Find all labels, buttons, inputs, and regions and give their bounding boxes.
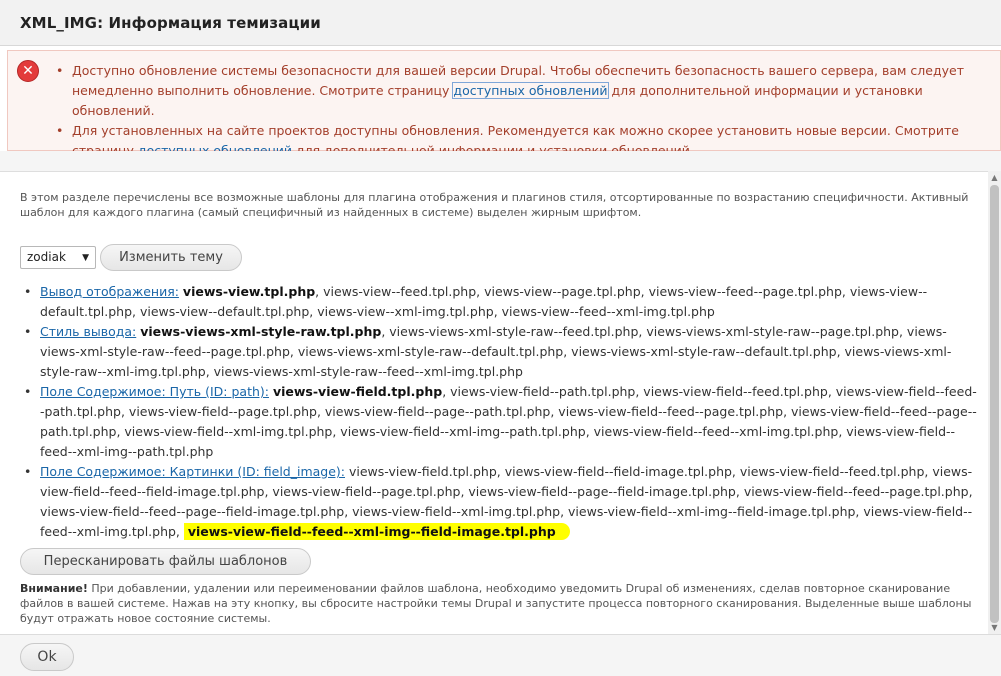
template-label-field-image[interactable]: Поле Содержимое: Картинки (ID: field_ima… xyxy=(40,464,345,479)
warning-label: Внимание! xyxy=(20,582,88,595)
ok-button[interactable]: Ok xyxy=(20,643,74,671)
caret-down-icon: ▼ xyxy=(82,253,89,263)
template-item-display-output: Вывод отображения: views-view.tpl.php, v… xyxy=(22,282,977,322)
scroll-down-arrow-icon[interactable]: ▼ xyxy=(988,621,1001,634)
template-item-field-path: Поле Содержимое: Путь (ID: path): views-… xyxy=(22,382,977,462)
highlighted-template: views-view-field--feed--xml-img--field-i… xyxy=(183,523,570,540)
vertical-scrollbar[interactable]: ▲ ▼ xyxy=(988,171,1001,634)
dialog-titlebar: XML_IMG: Информация темизации xyxy=(0,0,1001,46)
dialog-footer: Ok xyxy=(0,634,1001,676)
template-list: Вывод отображения: views-view.tpl.php, v… xyxy=(22,282,977,542)
template-label-style-output[interactable]: Стиль вывода: xyxy=(40,324,136,339)
template-label-field-path[interactable]: Поле Содержимое: Путь (ID: path): xyxy=(40,384,269,399)
error-message-list: Доступно обновление системы безопасности… xyxy=(56,61,986,161)
active-template: views-view-field.tpl.php xyxy=(272,384,443,399)
warning-text: Внимание! При добавлении, удалении или п… xyxy=(20,582,972,625)
active-template: views-view.tpl.php xyxy=(182,284,316,299)
template-label-display-output[interactable]: Вывод отображения: xyxy=(40,284,179,299)
scroll-up-arrow-icon[interactable]: ▲ xyxy=(988,171,1001,184)
template-item-style-output: Стиль вывода: views-views-xml-style-raw.… xyxy=(22,322,977,382)
dialog-title: XML_IMG: Информация темизации xyxy=(20,14,321,32)
active-template: views-views-xml-style-raw.tpl.php xyxy=(140,324,382,339)
scroll-thumb[interactable] xyxy=(990,185,999,623)
template-item-field-image: Поле Содержимое: Картинки (ID: field_ima… xyxy=(22,462,977,542)
change-theme-button[interactable]: Изменить тему xyxy=(100,244,242,271)
rescan-templates-button[interactable]: Пересканировать файлы шаблонов xyxy=(20,548,311,575)
error-message-1: Доступно обновление системы безопасности… xyxy=(56,61,986,121)
theming-info-content: В этом разделе перечислены все возможные… xyxy=(0,171,988,634)
theme-select-value: zodiak xyxy=(27,250,66,264)
available-updates-link-1[interactable]: доступных обновлений xyxy=(452,82,609,99)
error-x-icon: ✕ xyxy=(17,60,39,82)
error-messages: ✕ Доступно обновление системы безопаснос… xyxy=(7,50,1001,158)
separator-band xyxy=(0,151,1001,172)
description-text: В этом разделе перечислены все возможные… xyxy=(20,191,969,219)
theme-select[interactable]: zodiak ▼ xyxy=(20,246,96,269)
